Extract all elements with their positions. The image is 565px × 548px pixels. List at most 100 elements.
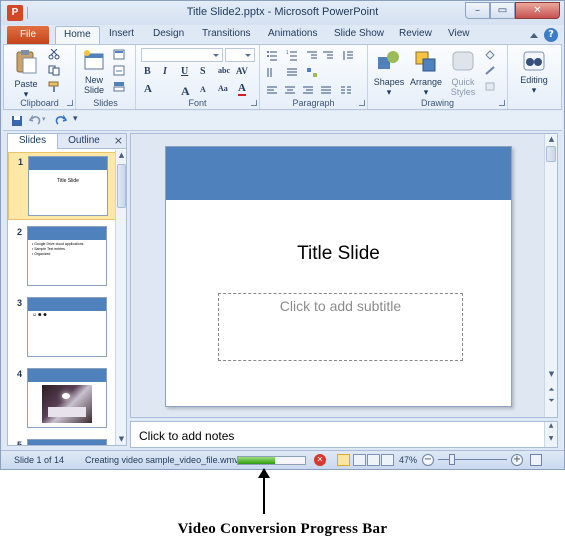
text-shadow-button[interactable]: abc bbox=[218, 66, 230, 75]
scroll-down-icon[interactable]: ▼ bbox=[117, 435, 126, 444]
text-direction-icon[interactable] bbox=[266, 67, 278, 78]
align-left-icon[interactable] bbox=[266, 85, 278, 96]
quick-styles-button[interactable]: Quick Styles bbox=[446, 49, 480, 97]
bullets-icon[interactable] bbox=[266, 50, 278, 61]
slide-thumbnail-3[interactable]: 3 ☺☻☻ bbox=[8, 294, 116, 362]
change-case-button[interactable]: Aa bbox=[218, 84, 228, 93]
paragraph-launcher-icon[interactable] bbox=[359, 100, 365, 106]
columns-icon[interactable] bbox=[340, 85, 352, 96]
normal-view-icon[interactable] bbox=[337, 454, 350, 466]
minimize-ribbon-icon[interactable] bbox=[530, 32, 538, 38]
italic-button[interactable]: I bbox=[163, 66, 167, 77]
save-icon[interactable] bbox=[11, 115, 23, 127]
reset-slide-icon[interactable] bbox=[113, 65, 125, 76]
zoom-slider-handle[interactable] bbox=[449, 454, 455, 465]
next-slide-icon[interactable]: ⏷ bbox=[547, 396, 556, 406]
undo-icon[interactable] bbox=[29, 115, 41, 127]
section-icon[interactable] bbox=[113, 81, 125, 92]
scroll-up-icon[interactable]: ▲ bbox=[547, 135, 556, 143]
justify-icon[interactable] bbox=[320, 85, 332, 96]
paste-button[interactable]: Paste ▾ bbox=[10, 49, 42, 99]
zoom-out-icon[interactable]: − bbox=[422, 454, 434, 466]
grow-font-button[interactable]: A bbox=[144, 83, 152, 95]
clipboard-launcher-icon[interactable] bbox=[67, 100, 73, 106]
current-slide[interactable]: Title Slide Click to add subtitle bbox=[165, 146, 512, 407]
close-window-button[interactable]: ✕ bbox=[515, 2, 560, 19]
reading-view-icon[interactable] bbox=[367, 454, 380, 466]
arrange-button[interactable]: Arrange ▾ bbox=[408, 49, 444, 97]
align-text-icon[interactable] bbox=[286, 67, 298, 78]
help-icon[interactable]: ? bbox=[544, 28, 558, 42]
increase-indent-icon[interactable] bbox=[322, 50, 334, 61]
tab-insert[interactable]: Insert bbox=[109, 28, 134, 39]
shape-fill-icon[interactable] bbox=[484, 49, 496, 60]
scrollbar-thumb[interactable] bbox=[546, 146, 556, 162]
line-spacing-icon[interactable] bbox=[342, 50, 354, 61]
scroll-up-icon[interactable]: ▲ bbox=[117, 151, 126, 160]
format-painter-icon[interactable] bbox=[48, 81, 60, 92]
tab-view[interactable]: View bbox=[448, 28, 470, 39]
notes-pane[interactable]: Click to add notes ▲ ▼ bbox=[130, 421, 558, 448]
slide-thumbnail-4[interactable]: 4 bbox=[8, 365, 116, 433]
fit-to-window-icon[interactable] bbox=[530, 454, 542, 466]
zoom-level[interactable]: 47% bbox=[399, 455, 417, 465]
numbering-icon[interactable]: 1 bbox=[286, 50, 298, 61]
copy-icon[interactable] bbox=[48, 65, 60, 76]
slide-title[interactable]: Title Slide bbox=[166, 243, 511, 265]
scroll-down-icon[interactable]: ▼ bbox=[547, 370, 556, 378]
strikethrough-button[interactable]: S bbox=[200, 66, 206, 77]
notes-placeholder[interactable]: Click to add notes bbox=[139, 429, 234, 443]
tab-file[interactable]: File bbox=[7, 26, 49, 44]
cancel-task-icon[interactable]: ✕ bbox=[314, 454, 326, 466]
undo-dropdown-icon[interactable]: ▾ bbox=[42, 115, 46, 123]
previous-slide-icon[interactable]: ⏶ bbox=[547, 385, 556, 395]
tab-review[interactable]: Review bbox=[399, 28, 432, 39]
slide-thumbnail-1[interactable]: 1 Title Slide bbox=[8, 152, 116, 220]
font-size-combo[interactable] bbox=[225, 48, 255, 62]
close-pane-icon[interactable]: × bbox=[114, 134, 123, 147]
slide-sorter-view-icon[interactable] bbox=[353, 454, 366, 466]
decrease-font-button[interactable]: A bbox=[200, 85, 206, 94]
shape-outline-icon[interactable] bbox=[484, 65, 496, 76]
customize-qat-icon[interactable]: ▾ bbox=[73, 114, 78, 124]
tab-design[interactable]: Design bbox=[153, 28, 184, 39]
underline-button[interactable]: U bbox=[181, 66, 188, 77]
align-right-icon[interactable] bbox=[302, 85, 314, 96]
character-spacing-button[interactable]: AV bbox=[236, 66, 248, 76]
scroll-down-icon[interactable]: ▼ bbox=[545, 435, 557, 442]
tab-animations[interactable]: Animations bbox=[268, 28, 317, 39]
cut-icon[interactable] bbox=[48, 49, 60, 60]
decrease-indent-icon[interactable] bbox=[306, 50, 318, 61]
font-launcher-icon[interactable] bbox=[251, 100, 257, 106]
tab-slide-show[interactable]: Slide Show bbox=[334, 28, 384, 39]
zoom-in-icon[interactable]: + bbox=[511, 454, 523, 466]
editing-button[interactable]: Editing ▾ bbox=[512, 49, 556, 95]
redo-icon[interactable] bbox=[55, 115, 67, 127]
slide-thumbnail-2[interactable]: 2 • Google Drive cloud applications • Sa… bbox=[8, 223, 116, 291]
scroll-up-icon[interactable]: ▲ bbox=[545, 422, 557, 429]
align-center-icon[interactable] bbox=[284, 85, 296, 96]
bold-button[interactable]: B bbox=[144, 66, 151, 77]
increase-font-button[interactable]: A bbox=[181, 84, 190, 99]
minimize-button[interactable]: – bbox=[465, 2, 490, 19]
tab-home[interactable]: Home bbox=[55, 26, 100, 45]
editor-scrollbar[interactable]: ▲ ▼ ⏶ ⏷ bbox=[544, 134, 557, 417]
maximize-button[interactable]: ▭ bbox=[490, 2, 515, 19]
tab-outline[interactable]: Outline bbox=[60, 134, 108, 149]
shapes-button[interactable]: Shapes ▾ bbox=[372, 49, 406, 97]
new-slide-button[interactable]: New Slide bbox=[79, 49, 109, 95]
layout-icon[interactable] bbox=[113, 49, 125, 60]
slide-show-view-icon[interactable] bbox=[381, 454, 394, 466]
notes-scrollbar[interactable]: ▲ ▼ bbox=[544, 422, 557, 447]
scrollbar-thumb[interactable] bbox=[117, 164, 126, 208]
font-name-combo[interactable] bbox=[141, 48, 223, 62]
subtitle-placeholder[interactable]: Click to add subtitle bbox=[218, 293, 463, 361]
font-color-button[interactable]: A bbox=[238, 83, 246, 96]
tab-transitions[interactable]: Transitions bbox=[202, 28, 251, 39]
slide-thumbnail-5[interactable]: 5 bbox=[8, 436, 116, 445]
shape-effects-icon[interactable] bbox=[484, 81, 496, 92]
drawing-launcher-icon[interactable] bbox=[499, 100, 505, 106]
slides-pane-scrollbar[interactable]: ▲ ▼ bbox=[115, 150, 126, 445]
smartart-icon[interactable] bbox=[306, 67, 318, 78]
tab-slides[interactable]: Slides bbox=[8, 134, 58, 149]
